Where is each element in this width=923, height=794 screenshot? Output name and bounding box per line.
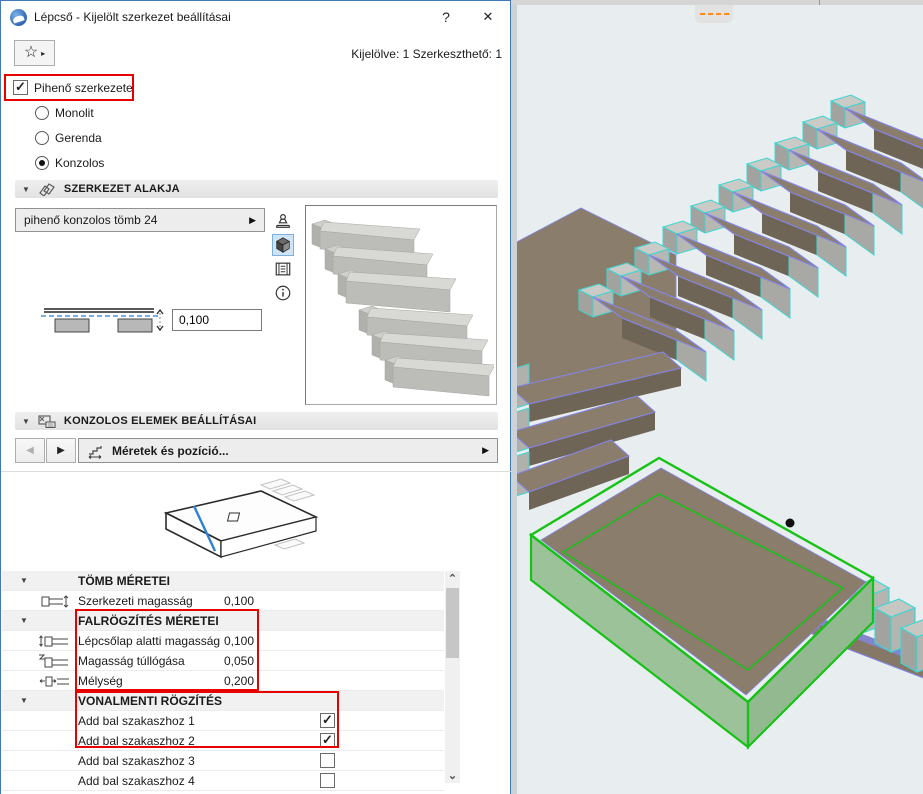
row-checkbox[interactable]	[320, 713, 335, 728]
close-button[interactable]: ✕	[468, 1, 508, 33]
landing-structure-checkbox[interactable]	[13, 80, 28, 95]
scroll-down-arrow[interactable]: ⌄	[445, 768, 460, 783]
section-header-cantilever[interactable]: ▼ KONZOLOS ELEMEK BEÁLLÍTÁSAI	[15, 412, 498, 430]
flyout-arrow-icon: ▶	[249, 215, 256, 226]
group-label: FALRÖGZÍTÉS MÉRETEI	[78, 614, 219, 628]
table-row: Add bal szakaszhoz 2	[2, 731, 444, 751]
structure-preview-image	[305, 205, 497, 405]
row-label: Mélység	[78, 674, 123, 688]
dialog-title: Lépcső - Kijelölt szerkezet beállításai	[34, 10, 231, 24]
radio-row-konzolos: Konzolos	[35, 156, 104, 170]
title-bar[interactable]: Lépcső - Kijelölt szerkezet beállításai …	[1, 1, 510, 33]
flyout-arrow-icon: ▶	[482, 445, 489, 456]
row-label: Add bal szakaszhoz 3	[78, 754, 195, 768]
section-header-shape[interactable]: ▼ SZERKEZET ALAKJA	[15, 180, 498, 198]
row-value[interactable]: 0,100	[224, 634, 254, 648]
collapse-triangle-icon: ▼	[20, 576, 28, 585]
table-row: Lépcsőlap alatti magasság 0,100	[2, 631, 444, 651]
section-title: SZERKEZET ALAKJA	[64, 183, 180, 195]
radio-monolit-label: Monolit	[55, 106, 94, 120]
collapse-triangle-icon: ▼	[22, 185, 30, 194]
3d-view-icon[interactable]	[272, 234, 294, 256]
row-label: Add bal szakaszhoz 2	[78, 734, 195, 748]
prev-page-button[interactable]: ◀	[15, 438, 45, 463]
radio-konzolos-label: Konzolos	[55, 156, 104, 170]
table-row: Magasság túllógása 0,050	[2, 651, 444, 671]
row-value[interactable]: 0,100	[224, 594, 254, 608]
group-label: VONALMENTI RÖGZÍTÉS	[78, 694, 222, 708]
row-value[interactable]: 0,200	[224, 674, 254, 688]
radio-gerenda[interactable]	[35, 131, 49, 145]
offset-value-input[interactable]	[172, 309, 262, 331]
film-list-icon[interactable]	[272, 258, 294, 280]
row-checkbox[interactable]	[320, 753, 335, 768]
group-label: TÖMB MÉRETEI	[78, 574, 170, 588]
row-checkbox[interactable]	[320, 773, 335, 788]
cantilever-settings-icon	[38, 415, 56, 428]
table-row: Add bal szakaszhoz 3	[2, 751, 444, 771]
hotspot-node[interactable]	[786, 519, 795, 528]
dimensions-icon	[87, 443, 105, 459]
radio-gerenda-label: Gerenda	[55, 131, 102, 145]
table-group-row[interactable]: ▼ FALRÖGZÍTÉS MÉRETEI	[2, 611, 444, 631]
landing-structure-row: Pihenő szerkezete	[13, 80, 133, 95]
row-label: Add bal szakaszhoz 4	[78, 774, 195, 788]
landing-structure-label: Pihenő szerkezete	[34, 81, 133, 95]
scroll-up-arrow[interactable]: ⌃	[445, 571, 460, 586]
under-tread-height-icon	[38, 633, 72, 649]
favorites-button[interactable]: ☆ ▸	[14, 40, 55, 66]
height-overhang-icon	[38, 653, 72, 669]
table-row: Add bal szakaszhoz 1	[2, 711, 444, 731]
flyout-arrow-icon: ▸	[41, 49, 45, 58]
shape-icon	[38, 183, 56, 196]
selection-status: Kijelölve: 1 Szerkeszthető: 1	[351, 47, 502, 61]
row-value[interactable]: 0,050	[224, 654, 254, 668]
radio-row-monolit: Monolit	[35, 106, 94, 120]
landing-block-diagram	[111, 475, 351, 567]
collapse-triangle-icon: ▼	[22, 417, 30, 426]
separator	[1, 471, 512, 472]
stair-settings-dialog: Lépcső - Kijelölt szerkezet beállításai …	[0, 0, 511, 794]
row-label: Add bal szakaszhoz 1	[78, 714, 195, 728]
row-label: Szerkezeti magasság	[78, 594, 193, 608]
table-row: Mélység 0,200	[2, 671, 444, 691]
radio-monolit[interactable]	[35, 106, 49, 120]
row-checkbox[interactable]	[320, 733, 335, 748]
archicad-logo-icon	[10, 9, 27, 26]
screen: Lépcső - Kijelölt szerkezet beállításai …	[0, 0, 923, 794]
cantilever-settings-table: ▼ TÖMB MÉRETEI Szerkezeti magasság 0,100…	[2, 571, 444, 791]
next-page-button[interactable]: ▶	[46, 438, 76, 463]
radio-konzolos[interactable]	[35, 156, 49, 170]
table-group-row[interactable]: ▼ TÖMB MÉRETEI	[2, 571, 444, 591]
star-icon: ☆	[24, 45, 38, 61]
profile-dropdown[interactable]: pihenő konzolos tömb 24 ▶	[15, 208, 265, 232]
depth-dimension-icon	[38, 673, 72, 689]
collapse-triangle-icon: ▼	[20, 696, 28, 705]
table-group-row[interactable]: ▼ VONALMENTI RÖGZÍTÉS	[2, 691, 444, 711]
row-label: Lépcsőlap alatti magasság	[78, 634, 220, 648]
row-label: Magasság túllógása	[78, 654, 185, 668]
info-icon[interactable]	[272, 282, 294, 304]
stamp-view-icon[interactable]	[272, 210, 294, 232]
table-row: Szerkezeti magasság 0,100	[2, 591, 444, 611]
page-selector-dropdown[interactable]: Méretek és pozíció... ▶	[78, 438, 498, 463]
collapse-triangle-icon: ▼	[20, 616, 28, 625]
stair-3d-model[interactable]	[517, 5, 923, 794]
offset-section-diagram	[39, 305, 171, 335]
section-title: KONZOLOS ELEMEK BEÁLLÍTÁSAI	[64, 415, 256, 427]
scrollbar-thumb[interactable]	[446, 588, 459, 658]
help-button[interactable]: ?	[426, 1, 466, 33]
table-row: Add bal szakaszhoz 4	[2, 771, 444, 791]
profile-dropdown-value: pihenő konzolos tömb 24	[24, 213, 249, 227]
page-selector-value: Méretek és pozíció...	[112, 444, 475, 458]
radio-row-gerenda: Gerenda	[35, 131, 102, 145]
3d-viewport[interactable]	[511, 0, 923, 794]
height-dimension-icon	[38, 593, 72, 609]
table-scrollbar[interactable]: ⌃ ⌄	[445, 571, 460, 783]
